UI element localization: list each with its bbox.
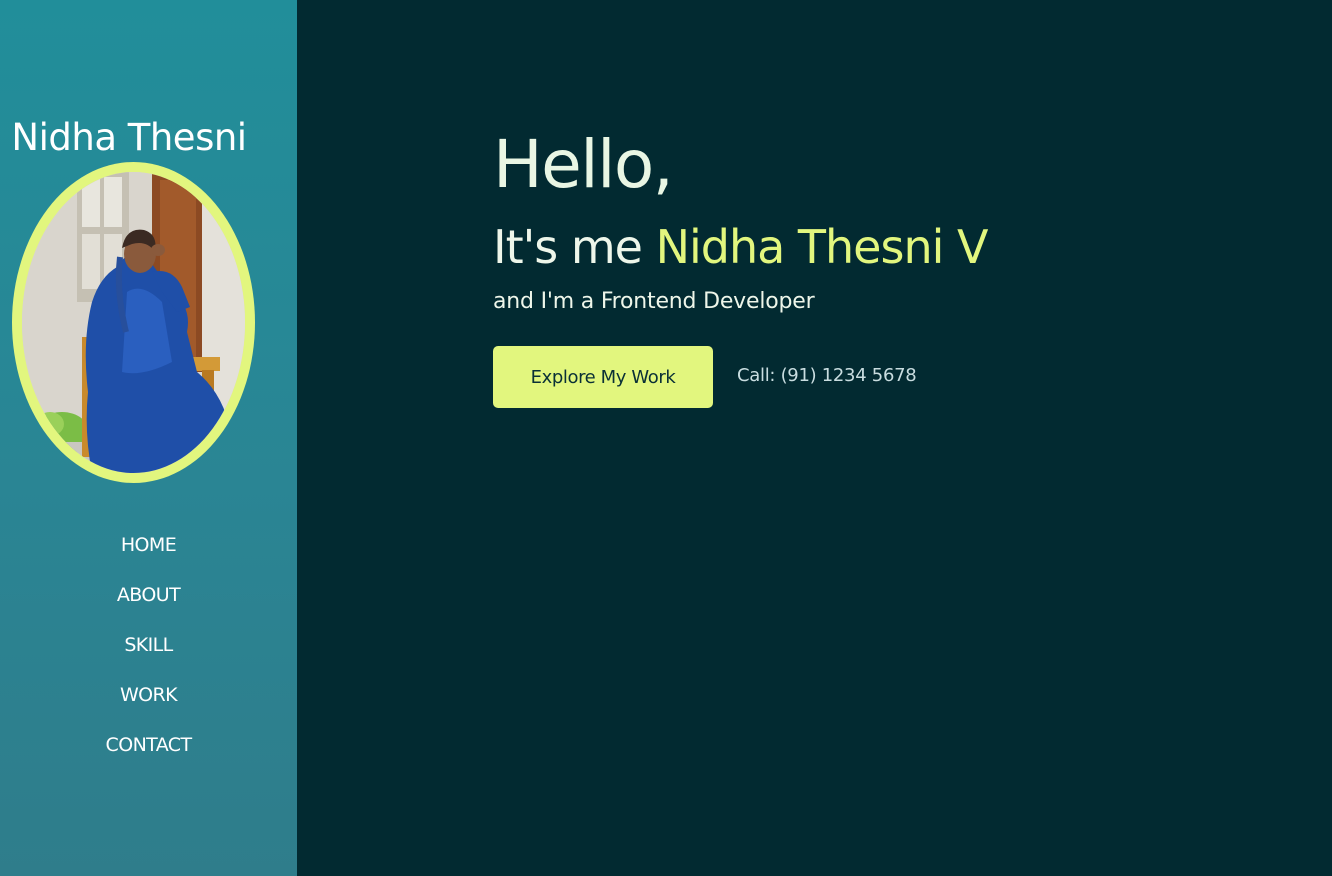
phone-contact-text: Call: (91) 1234 5678 (737, 365, 917, 386)
sidebar: Nidha Thesni HOME ABOUT SKILL WORK CONTA… (0, 0, 297, 876)
greeting-heading: Hello, (493, 126, 674, 203)
intro-prefix: It's me (493, 220, 656, 274)
intro-heading: It's me Nidha Thesni V (493, 219, 989, 275)
nav-item-home: HOME (0, 530, 297, 580)
avatar (12, 162, 255, 483)
role-text: and I'm a Frontend Developer (493, 289, 815, 314)
sidebar-nav: HOME ABOUT SKILL WORK CONTACT (0, 530, 297, 780)
nav-item-work: WORK (0, 680, 297, 730)
nav-item-about: ABOUT (0, 580, 297, 630)
nav-link-contact[interactable]: CONTACT (106, 734, 193, 756)
nav-link-home[interactable]: HOME (121, 534, 177, 556)
nav-link-about[interactable]: ABOUT (117, 584, 181, 606)
nav-item-contact: CONTACT (0, 730, 297, 780)
nav-link-work[interactable]: WORK (120, 684, 178, 706)
explore-work-button[interactable]: Explore My Work (493, 346, 713, 408)
hero-section: Hello, It's me Nidha Thesni V and I'm a … (297, 0, 1332, 876)
nav-item-skill: SKILL (0, 630, 297, 680)
portrait-illustration (22, 172, 245, 473)
nav-link-skill[interactable]: SKILL (124, 634, 173, 656)
hero-name: Nidha Thesni V (655, 220, 989, 274)
profile-photo (22, 172, 245, 473)
brand-name: Nidha Thesni (11, 116, 247, 159)
